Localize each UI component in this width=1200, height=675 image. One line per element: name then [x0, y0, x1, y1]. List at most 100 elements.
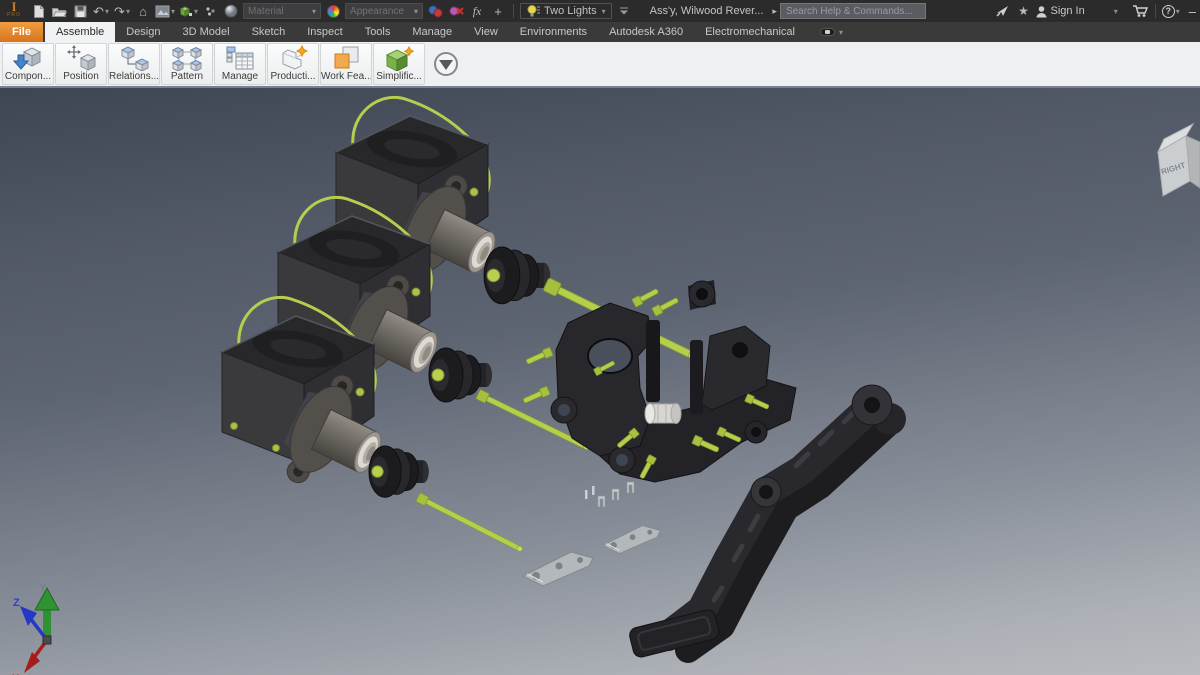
- clear-appearance-button[interactable]: [447, 2, 465, 20]
- render-caret-icon: ▾: [171, 6, 176, 16]
- minimize-button[interactable]: –: [1189, 4, 1196, 19]
- origin-triad: Y Z X: [12, 583, 60, 675]
- store-button[interactable]: [1131, 2, 1149, 20]
- undo-icon: ↶: [93, 3, 104, 19]
- material-dropdown[interactable]: Material ▾: [243, 3, 322, 19]
- push-rod-3[interactable]: [415, 492, 525, 555]
- document-title: Ass'y, Wilwood Rever...: [649, 5, 764, 17]
- ribbon-tab-bar: File Assemble Design 3D Model Sketch Ins…: [0, 22, 1200, 42]
- work-features-button[interactable]: Work Fea...: [320, 43, 372, 85]
- title-expand-icon[interactable]: ▸: [772, 6, 777, 16]
- manage-icon: [224, 44, 256, 71]
- tweak-button[interactable]: [201, 2, 219, 20]
- save-icon: [74, 5, 86, 17]
- tab-tools[interactable]: Tools: [354, 22, 402, 42]
- balance-bar-plate-1[interactable]: [522, 551, 594, 587]
- stacked-caret-icon: [619, 7, 628, 15]
- new-file-button[interactable]: [29, 2, 47, 20]
- productivity-button[interactable]: Producti...: [267, 43, 319, 85]
- component-button[interactable]: Compon...: [2, 43, 54, 85]
- titlebar-divider-2: [1154, 4, 1156, 18]
- model-viewport[interactable]: RIGHT Y Z X: [0, 88, 1200, 675]
- color-wheel-icon: [326, 4, 340, 18]
- inventor-logo[interactable]: I PRO: [2, 0, 26, 20]
- community-button[interactable]: [993, 2, 1011, 20]
- save-button[interactable]: [71, 2, 89, 20]
- pedal-mount-bracket[interactable]: [521, 280, 797, 483]
- search-input[interactable]: [779, 3, 926, 19]
- measure-component-button[interactable]: ▾: [178, 2, 198, 20]
- tab-file[interactable]: File: [0, 22, 43, 42]
- pushrod-boot-1[interactable]: [483, 246, 551, 305]
- tab-manage[interactable]: Manage: [401, 22, 463, 42]
- pushrod-boot-3[interactable]: [368, 445, 430, 498]
- sign-in-label: Sign In: [1050, 5, 1085, 17]
- open-button[interactable]: [50, 2, 68, 20]
- tab-assemble[interactable]: Assemble: [44, 22, 116, 42]
- tab-autodesk-a360[interactable]: Autodesk A360: [598, 22, 694, 42]
- open-folder-icon: [52, 7, 67, 17]
- component-caret-icon: ▾: [194, 6, 199, 16]
- redo-button[interactable]: ↷ ▾: [113, 2, 131, 20]
- render-scene-icon: [155, 5, 170, 17]
- favorites-button[interactable]: ★: [1014, 2, 1032, 20]
- relationships-button[interactable]: Relations...: [108, 43, 160, 85]
- undo-button[interactable]: ↶ ▾: [92, 2, 110, 20]
- material-sphere-icon: [224, 4, 238, 18]
- position-icon: [65, 44, 97, 71]
- work-features-icon: [330, 44, 362, 71]
- person-icon: [1036, 5, 1047, 17]
- sign-in-button[interactable]: Sign In: [1035, 2, 1086, 20]
- tweak-dots-icon: [205, 7, 215, 16]
- lighting-style-dropdown[interactable]: Two Lights ▾: [520, 3, 612, 19]
- star-icon: ★: [1018, 4, 1029, 18]
- plus-icon: +: [494, 3, 502, 19]
- color-wheel-button[interactable]: [324, 2, 342, 20]
- adjust-appearance-button[interactable]: [426, 2, 444, 20]
- relationships-icon: [118, 44, 150, 71]
- signin-caret-icon[interactable]: ▾: [1114, 7, 1118, 16]
- tab-3d-model[interactable]: 3D Model: [172, 22, 241, 42]
- tab-view[interactable]: View: [463, 22, 509, 42]
- adjust-appearance-icon: [428, 5, 443, 18]
- tab-environments[interactable]: Environments: [509, 22, 598, 42]
- title-bar: I PRO ↶ ▾ ↷ ▾ ⌂ ▾ ▾ Material ▾ Appearanc…: [0, 0, 1200, 22]
- viewport-canvas[interactable]: RIGHT Y Z X: [0, 88, 1200, 675]
- new-file-icon: [33, 4, 44, 18]
- appearance-dropdown[interactable]: Appearance ▾: [345, 3, 424, 19]
- redo-caret-icon: ▾: [125, 6, 130, 16]
- tab-electromechanical[interactable]: Electromechanical: [694, 22, 806, 42]
- tab-design[interactable]: Design: [115, 22, 171, 42]
- add-quick-tool-button[interactable]: +: [489, 2, 507, 20]
- tab-sketch[interactable]: Sketch: [241, 22, 297, 42]
- ribbon-display-button[interactable]: ▾: [819, 22, 843, 42]
- more-settings-button[interactable]: [615, 2, 633, 20]
- undo-caret-icon: ▾: [104, 6, 109, 16]
- manage-button[interactable]: Manage: [214, 43, 266, 85]
- pattern-icon: [171, 44, 203, 71]
- productivity-icon: [277, 44, 309, 71]
- help-button[interactable]: ? ▾: [1161, 2, 1180, 20]
- fx-icon: fx: [472, 4, 482, 18]
- material-sphere-button[interactable]: [222, 2, 240, 20]
- view-cube[interactable]: RIGHT: [1156, 122, 1200, 197]
- simplification-button[interactable]: Simplific...: [373, 43, 425, 85]
- render-scene-button[interactable]: ▾: [155, 2, 175, 20]
- material-caret-icon: ▾: [312, 6, 317, 16]
- component-icon: [12, 44, 44, 71]
- ribbon-display-icon: [819, 28, 835, 36]
- triad-z-label: Z: [13, 597, 20, 609]
- lighting-caret-icon: ▾: [601, 6, 606, 16]
- cart-icon: [1132, 5, 1148, 17]
- pattern-button[interactable]: Pattern: [161, 43, 213, 85]
- balance-bar-plate-2[interactable]: [602, 525, 662, 555]
- home-view-button[interactable]: ⌂: [134, 2, 152, 20]
- appearance-caret-icon: ▾: [414, 6, 419, 16]
- position-button[interactable]: Position: [55, 43, 107, 85]
- parameters-button[interactable]: fx: [468, 2, 486, 20]
- retainer-clips[interactable]: [585, 481, 635, 508]
- component-green-icon: [179, 6, 193, 17]
- tab-inspect[interactable]: Inspect: [296, 22, 353, 42]
- ribbon-expander[interactable]: [426, 43, 466, 85]
- clear-appearance-icon: [449, 6, 464, 16]
